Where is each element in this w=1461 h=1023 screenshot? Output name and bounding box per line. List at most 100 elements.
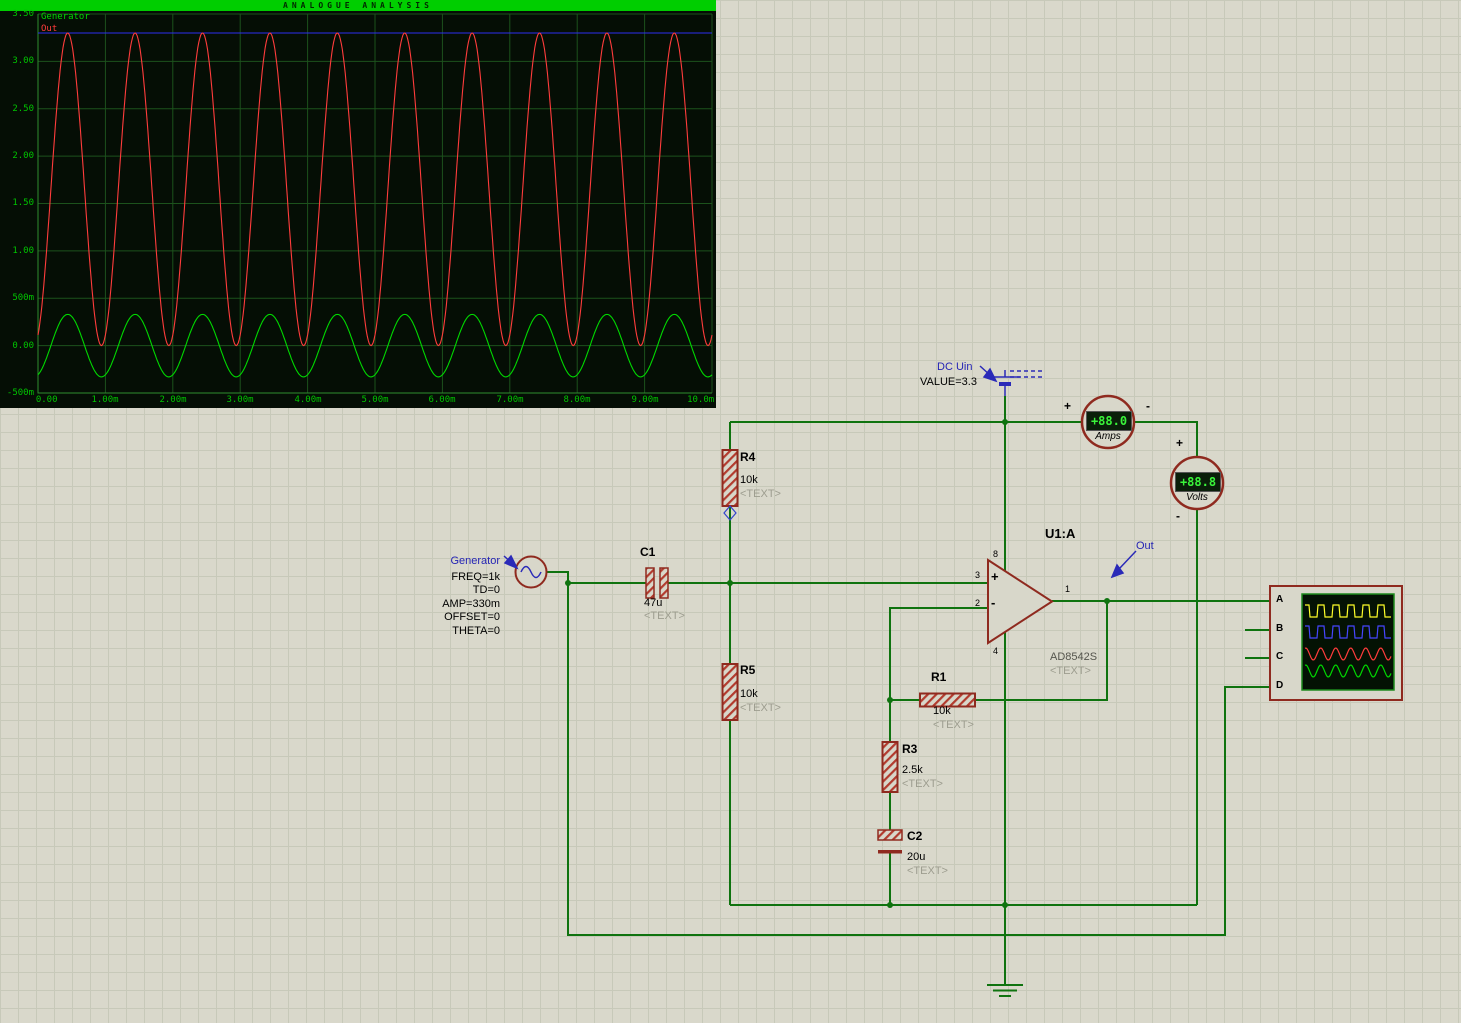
x-tick: 5.00m: [361, 395, 388, 405]
analogue-analysis-window[interactable]: ANALOGUE ANALYSIS Generator Out 3.50 3.0…: [0, 0, 716, 408]
generator-prop[interactable]: THETA=0: [380, 625, 500, 637]
resistor-r3[interactable]: [883, 742, 898, 792]
out-pointer-icon: [1119, 551, 1136, 569]
legend-generator: Generator: [41, 12, 90, 23]
r3-ref[interactable]: R3: [902, 743, 917, 755]
legend-out: Out: [41, 24, 57, 35]
c2-ref[interactable]: C2: [907, 830, 922, 842]
junction: [887, 697, 893, 703]
y-tick: 1.00: [0, 246, 34, 256]
x-tick: 7.00m: [496, 395, 523, 405]
resistor-r4[interactable]: [723, 450, 738, 506]
dc-uin-label[interactable]: DC Uin: [937, 361, 972, 373]
x-tick: 4.00m: [294, 395, 321, 405]
schematic-canvas[interactable]: Generator FREQ=1k TD=0 AMP=330m OFFSET=0…: [0, 0, 1461, 1023]
voltmeter-display: +88.8: [1175, 472, 1221, 492]
opamp-plus-sign: +: [991, 571, 999, 583]
opamp-minus-sign: -: [991, 597, 995, 609]
r4-text[interactable]: <TEXT>: [740, 488, 781, 500]
voltmeter-minus: -: [1176, 510, 1180, 522]
ammeter-plus: +: [1064, 400, 1071, 412]
opamp-ref[interactable]: U1:A: [1045, 528, 1075, 540]
y-tick: 2.00: [0, 151, 34, 161]
generator-prop[interactable]: TD=0: [380, 584, 500, 596]
opamp-pin2: 2: [975, 597, 980, 609]
opamp-pin8: 8: [993, 548, 998, 560]
junction: [565, 580, 571, 586]
trace: [1305, 605, 1391, 617]
opamp-pin4: 4: [993, 645, 998, 657]
c1-ref[interactable]: C1: [640, 546, 655, 558]
opamp-pin1: 1: [1065, 583, 1070, 595]
r3-text[interactable]: <TEXT>: [902, 778, 943, 790]
ammeter-display: +88.0: [1086, 411, 1132, 431]
r5-value[interactable]: 10k: [740, 688, 758, 700]
junction: [887, 902, 893, 908]
y-tick: -500m: [0, 388, 34, 398]
x-tick: 8.00m: [563, 395, 590, 405]
r3-value[interactable]: 2.5k: [902, 764, 923, 776]
voltmeter-unit: Volts: [1175, 492, 1219, 503]
scope-channel-d: D: [1276, 680, 1283, 691]
r1-ref[interactable]: R1: [931, 671, 946, 683]
wire-power-rails[interactable]: [730, 396, 1197, 985]
trace: [1305, 626, 1391, 638]
battery-dc-uin[interactable]: [990, 370, 1042, 396]
ammeter-unit: Amps: [1086, 431, 1130, 442]
wires[interactable]: [547, 396, 1270, 985]
y-tick: 0.00: [0, 341, 34, 351]
y-tick: 2.50: [0, 104, 34, 114]
r1-value[interactable]: 10k: [933, 705, 951, 717]
resistor-r5[interactable]: [723, 664, 738, 720]
generator-prop[interactable]: AMP=330m: [380, 598, 500, 610]
c2-text[interactable]: <TEXT>: [907, 865, 948, 877]
c1-text[interactable]: <TEXT>: [644, 610, 685, 622]
generator-source[interactable]: [516, 557, 547, 588]
r4-value[interactable]: 10k: [740, 474, 758, 486]
generator-label[interactable]: Generator: [380, 555, 500, 567]
scope-channel-c: C: [1276, 651, 1283, 662]
junction: [1104, 598, 1110, 604]
ammeter-minus: -: [1146, 400, 1150, 412]
x-tick: 2.00m: [159, 395, 186, 405]
x-tick: 3.00m: [226, 395, 253, 405]
ground-symbol[interactable]: [987, 985, 1023, 996]
oscilloscope-screen-traces: [1302, 594, 1394, 690]
opamp-text[interactable]: <TEXT>: [1050, 665, 1091, 677]
r5-ref[interactable]: R5: [740, 664, 755, 676]
x-tick: 1.00m: [91, 395, 118, 405]
trace: [1305, 648, 1391, 660]
scope-channel-a: A: [1276, 594, 1283, 605]
dc-uin-value[interactable]: VALUE=3.3: [920, 376, 977, 388]
r4-ref[interactable]: R4: [740, 451, 755, 463]
scope-channel-b: B: [1276, 623, 1283, 634]
wire-feedback[interactable]: [890, 601, 1270, 905]
junction: [727, 580, 733, 586]
opamp-part[interactable]: AD8542S: [1050, 651, 1097, 663]
y-tick: 1.50: [0, 198, 34, 208]
voltmeter-plus: +: [1176, 437, 1183, 449]
x-tick: 10.0m: [687, 395, 714, 405]
out-net-label[interactable]: Out: [1136, 540, 1154, 552]
x-tick: 6.00m: [428, 395, 455, 405]
capacitor-c1[interactable]: [646, 568, 668, 598]
c2-value[interactable]: 20u: [907, 851, 925, 863]
capacitor-c2[interactable]: [878, 830, 902, 854]
r1-text[interactable]: <TEXT>: [933, 719, 974, 731]
y-tick: 500m: [0, 293, 34, 303]
graph-titlebar[interactable]: ANALOGUE ANALYSIS: [0, 0, 716, 11]
junction: [1002, 419, 1008, 425]
analysis-plot: [0, 0, 716, 408]
trace: [1305, 665, 1391, 677]
x-tick: 0.00: [36, 395, 58, 405]
junction: [1002, 902, 1008, 908]
c1-value[interactable]: 47u: [644, 597, 662, 609]
y-tick: 3.50: [0, 9, 34, 19]
generator-prop[interactable]: OFFSET=0: [380, 611, 500, 623]
junction-dots: [565, 419, 1110, 908]
opamp-pin3: 3: [975, 569, 980, 581]
x-tick: 9.00m: [631, 395, 658, 405]
y-tick: 3.00: [0, 56, 34, 66]
r5-text[interactable]: <TEXT>: [740, 702, 781, 714]
generator-prop[interactable]: FREQ=1k: [380, 571, 500, 583]
